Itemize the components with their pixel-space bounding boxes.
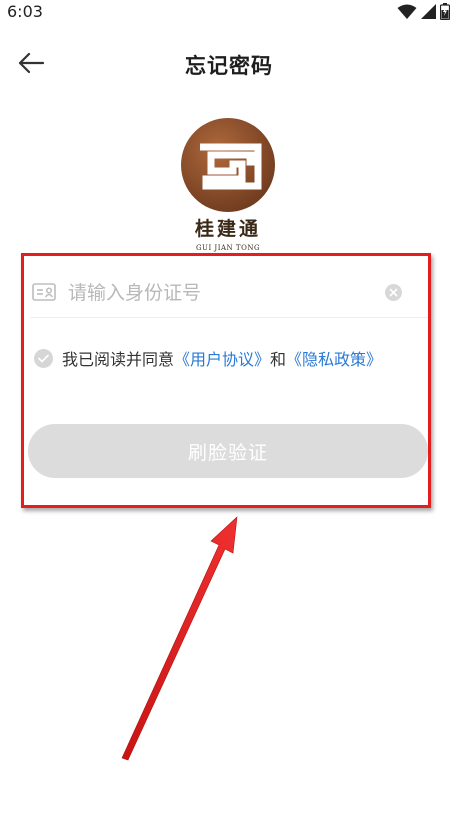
- user-agreement-link[interactable]: 《用户协议》: [174, 346, 270, 370]
- agreement-conjunction: 和: [270, 350, 287, 369]
- logo-name: 桂建通: [194, 218, 261, 240]
- face-verify-button[interactable]: 刷脸验证: [28, 424, 428, 478]
- id-card-icon: [32, 283, 56, 301]
- status-icons: [397, 3, 450, 20]
- header: 忘记密码: [0, 38, 458, 88]
- battery-icon: [440, 3, 450, 20]
- page-title: 忘记密码: [185, 54, 273, 78]
- id-number-field: [30, 268, 428, 318]
- app-logo: 桂建通 GUI JIAN TONG: [178, 118, 278, 258]
- status-bar: 6:03: [0, 0, 458, 26]
- check-icon: [38, 354, 49, 362]
- signal-icon: [421, 4, 436, 19]
- privacy-policy-link[interactable]: 《隐私政策》: [286, 346, 382, 370]
- logo-subtitle: GUI JIAN TONG: [195, 244, 261, 252]
- agreement-checkbox[interactable]: [34, 348, 53, 368]
- agreement-row: 我已阅读并同意 《用户协议》 和 《隐私政策》: [34, 346, 382, 370]
- logo-emblem: [181, 118, 275, 212]
- wifi-icon: [397, 4, 417, 19]
- status-time: 6:03: [7, 2, 43, 21]
- agreement-prefix: 我已阅读并同意: [62, 350, 175, 369]
- clear-icon: [389, 288, 398, 297]
- clear-button[interactable]: [385, 284, 402, 301]
- id-number-input[interactable]: [68, 276, 368, 310]
